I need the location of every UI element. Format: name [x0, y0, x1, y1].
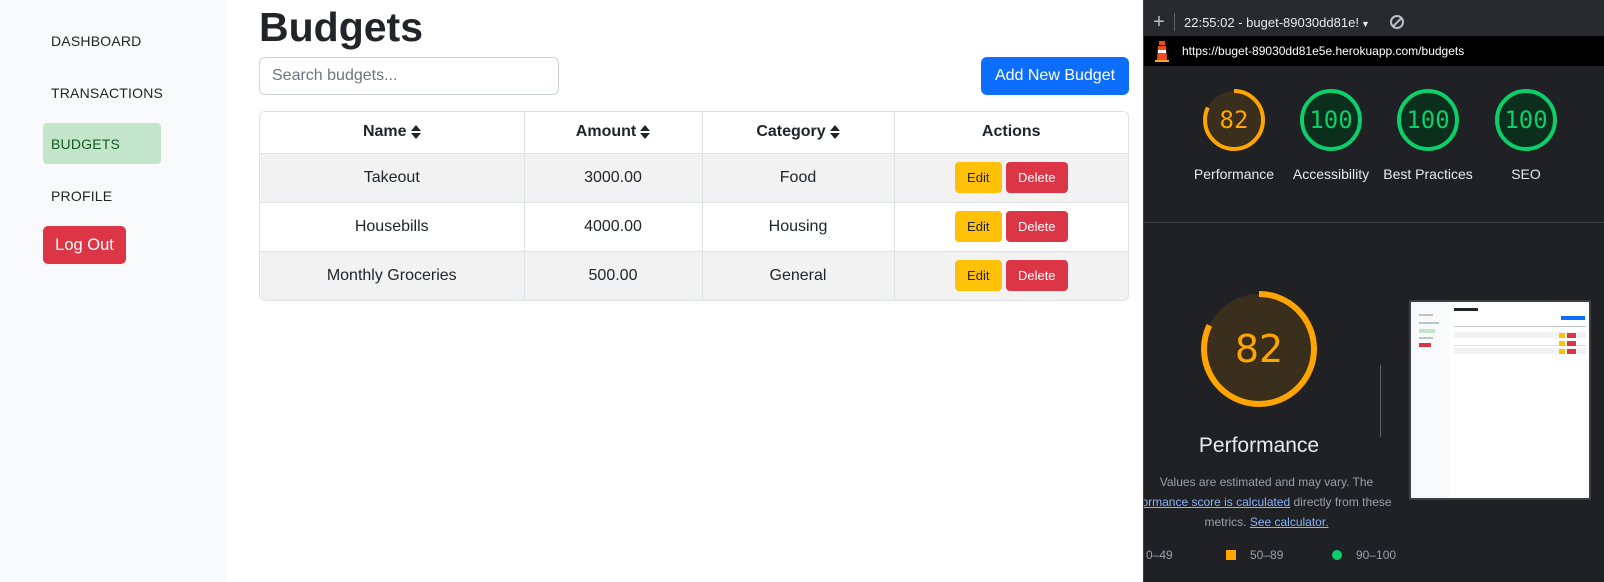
sidebar-item-transactions[interactable]: TRANSACTIONS [43, 72, 163, 113]
sidebar-item-dashboard[interactable]: DASHBOARD [43, 20, 161, 61]
cell-actions: Edit Delete [894, 153, 1128, 203]
legend-label: 50–89 [1250, 548, 1284, 562]
delete-button[interactable]: Delete [1005, 260, 1068, 292]
cell-amount: 3000.00 [524, 153, 703, 203]
cell-name: Monthly Groceries [260, 251, 525, 300]
cell-amount: 500.00 [524, 251, 703, 300]
thumbnail-line [1454, 308, 1478, 311]
cell-category: Food [702, 153, 895, 203]
divider [1144, 222, 1604, 223]
thumbnail-line [1561, 316, 1585, 320]
column-header-amount[interactable]: Amount [524, 112, 703, 154]
search-input[interactable] [259, 57, 559, 95]
column-header-label: Category [756, 123, 826, 141]
caret-down-icon: ▼ [1360, 18, 1370, 29]
add-new-budget-button[interactable]: Add New Budget [981, 57, 1129, 95]
column-header-actions: Actions [894, 112, 1128, 154]
sort-icon [829, 125, 840, 140]
score-label: Best Practices [1383, 166, 1473, 182]
table-row: Housebills 4000.00 Housing Edit Delete [260, 202, 1128, 252]
cell-category: General [702, 251, 895, 300]
thumbnail-line [1567, 349, 1576, 354]
thumbnail-line [1419, 329, 1435, 333]
new-report-plus-icon[interactable]: + [1144, 11, 1174, 34]
thumbnail-line [1454, 326, 1586, 327]
page-screenshot-thumbnail[interactable] [1409, 300, 1591, 500]
thumbnail-line [1567, 341, 1576, 346]
legend-label: 0–49 [1146, 548, 1173, 562]
edit-button[interactable]: Edit [954, 260, 1002, 292]
score-label: SEO [1511, 166, 1541, 182]
legend-label: 90–100 [1356, 548, 1397, 562]
performance-title: Performance [1198, 434, 1320, 457]
clear-block-icon[interactable] [1389, 15, 1404, 29]
logout-button[interactable]: Log Out [43, 226, 126, 264]
performance-description: Values are estimated and may vary. The o… [1144, 472, 1399, 532]
thumbnail-line [1559, 341, 1565, 346]
score-gauge-2[interactable]: 100 [1395, 87, 1461, 153]
delete-button[interactable]: Delete [1005, 162, 1068, 193]
see-calculator-link[interactable]: See calculator. [1250, 515, 1329, 529]
toolbar-separator [1174, 13, 1175, 31]
description-text: Values are estimated and may vary. The [1159, 475, 1374, 489]
score-value: 100 [1406, 106, 1450, 134]
thumbnail-line [1559, 349, 1565, 354]
score-gauge-0[interactable]: 82 [1201, 87, 1267, 153]
performance-gauge: 82 [1198, 288, 1320, 410]
sidebar-item-profile[interactable]: PROFILE [43, 175, 161, 216]
thumbnail-line [1419, 343, 1431, 347]
sort-icon [640, 125, 651, 140]
page-title: Budgets [259, 4, 423, 50]
cell-amount: 4000.00 [524, 202, 703, 252]
cell-name: Takeout [260, 153, 525, 203]
score-label: Accessibility [1292, 166, 1370, 182]
column-header-category[interactable]: Category [702, 112, 895, 154]
report-selector-label: 22:55:02 - buget-89030dd81e! [1184, 14, 1359, 30]
thumbnail-line [1559, 333, 1565, 338]
budgets-table: Name Amount Category Actions Takeout 300… [259, 111, 1129, 301]
lighthouse-icon [1155, 41, 1169, 62]
thumbnail-line [1419, 314, 1433, 316]
report-url-bar: https://buget-89030dd81e5e.herokuapp.com… [1144, 36, 1604, 66]
lighthouse-toolbar: + 22:55:02 - buget-89030dd81e! ▼ [1144, 8, 1604, 36]
cell-name: Housebills [260, 202, 525, 252]
devtools-lighthouse-panel: + 22:55:02 - buget-89030dd81e! ▼ https://… [1143, 0, 1604, 582]
score-value: 82 [1219, 106, 1249, 134]
score-value: 100 [1309, 106, 1353, 134]
vertical-divider [1380, 365, 1381, 437]
performance-score-value: 82 [1234, 327, 1284, 371]
thumbnail-line [1567, 333, 1576, 338]
legend-item-average: 50–89 [1226, 548, 1283, 562]
cell-actions: Edit Delete [894, 202, 1128, 252]
score-calculated-link[interactable]: ormance score is calculated [1144, 495, 1290, 509]
edit-button[interactable]: Edit [954, 211, 1002, 242]
score-gauge-1[interactable]: 100 [1298, 87, 1364, 153]
sidebar-item-budgets[interactable]: BUDGETS [43, 123, 161, 164]
devtools-tab-strip [1144, 0, 1604, 8]
table-row: Monthly Groceries 500.00 General Edit Del… [260, 251, 1128, 300]
thumbnail-line [1419, 337, 1433, 339]
circle-icon [1332, 550, 1342, 560]
score-gauge-3[interactable]: 100 [1493, 87, 1559, 153]
cell-actions: Edit Delete [894, 251, 1128, 300]
column-header-label: Name [362, 123, 407, 141]
thumbnail-line [1419, 322, 1439, 324]
column-header-label: Amount [575, 123, 637, 141]
score-label: Performance [1193, 166, 1275, 182]
sidebar: DASHBOARD TRANSACTIONS BUDGETS PROFILE L… [0, 0, 227, 582]
legend-item-pass: 90–100 [1332, 548, 1396, 562]
report-url[interactable]: https://buget-89030dd81e5e.herokuapp.com… [1182, 44, 1464, 58]
delete-button[interactable]: Delete [1005, 211, 1068, 242]
table-row: Takeout 3000.00 Food Edit Delete [260, 153, 1128, 203]
sort-icon [410, 125, 421, 140]
column-header-name[interactable]: Name [260, 112, 525, 154]
edit-button[interactable]: Edit [954, 162, 1002, 193]
score-value: 100 [1504, 106, 1548, 134]
report-selector[interactable]: 22:55:02 - buget-89030dd81e! ▼ [1184, 15, 1370, 30]
table-header-row: Name Amount Category Actions [260, 112, 1128, 154]
square-icon [1226, 550, 1236, 560]
cell-category: Housing [702, 202, 895, 252]
legend-item-fail: 0–49 [1146, 548, 1173, 562]
